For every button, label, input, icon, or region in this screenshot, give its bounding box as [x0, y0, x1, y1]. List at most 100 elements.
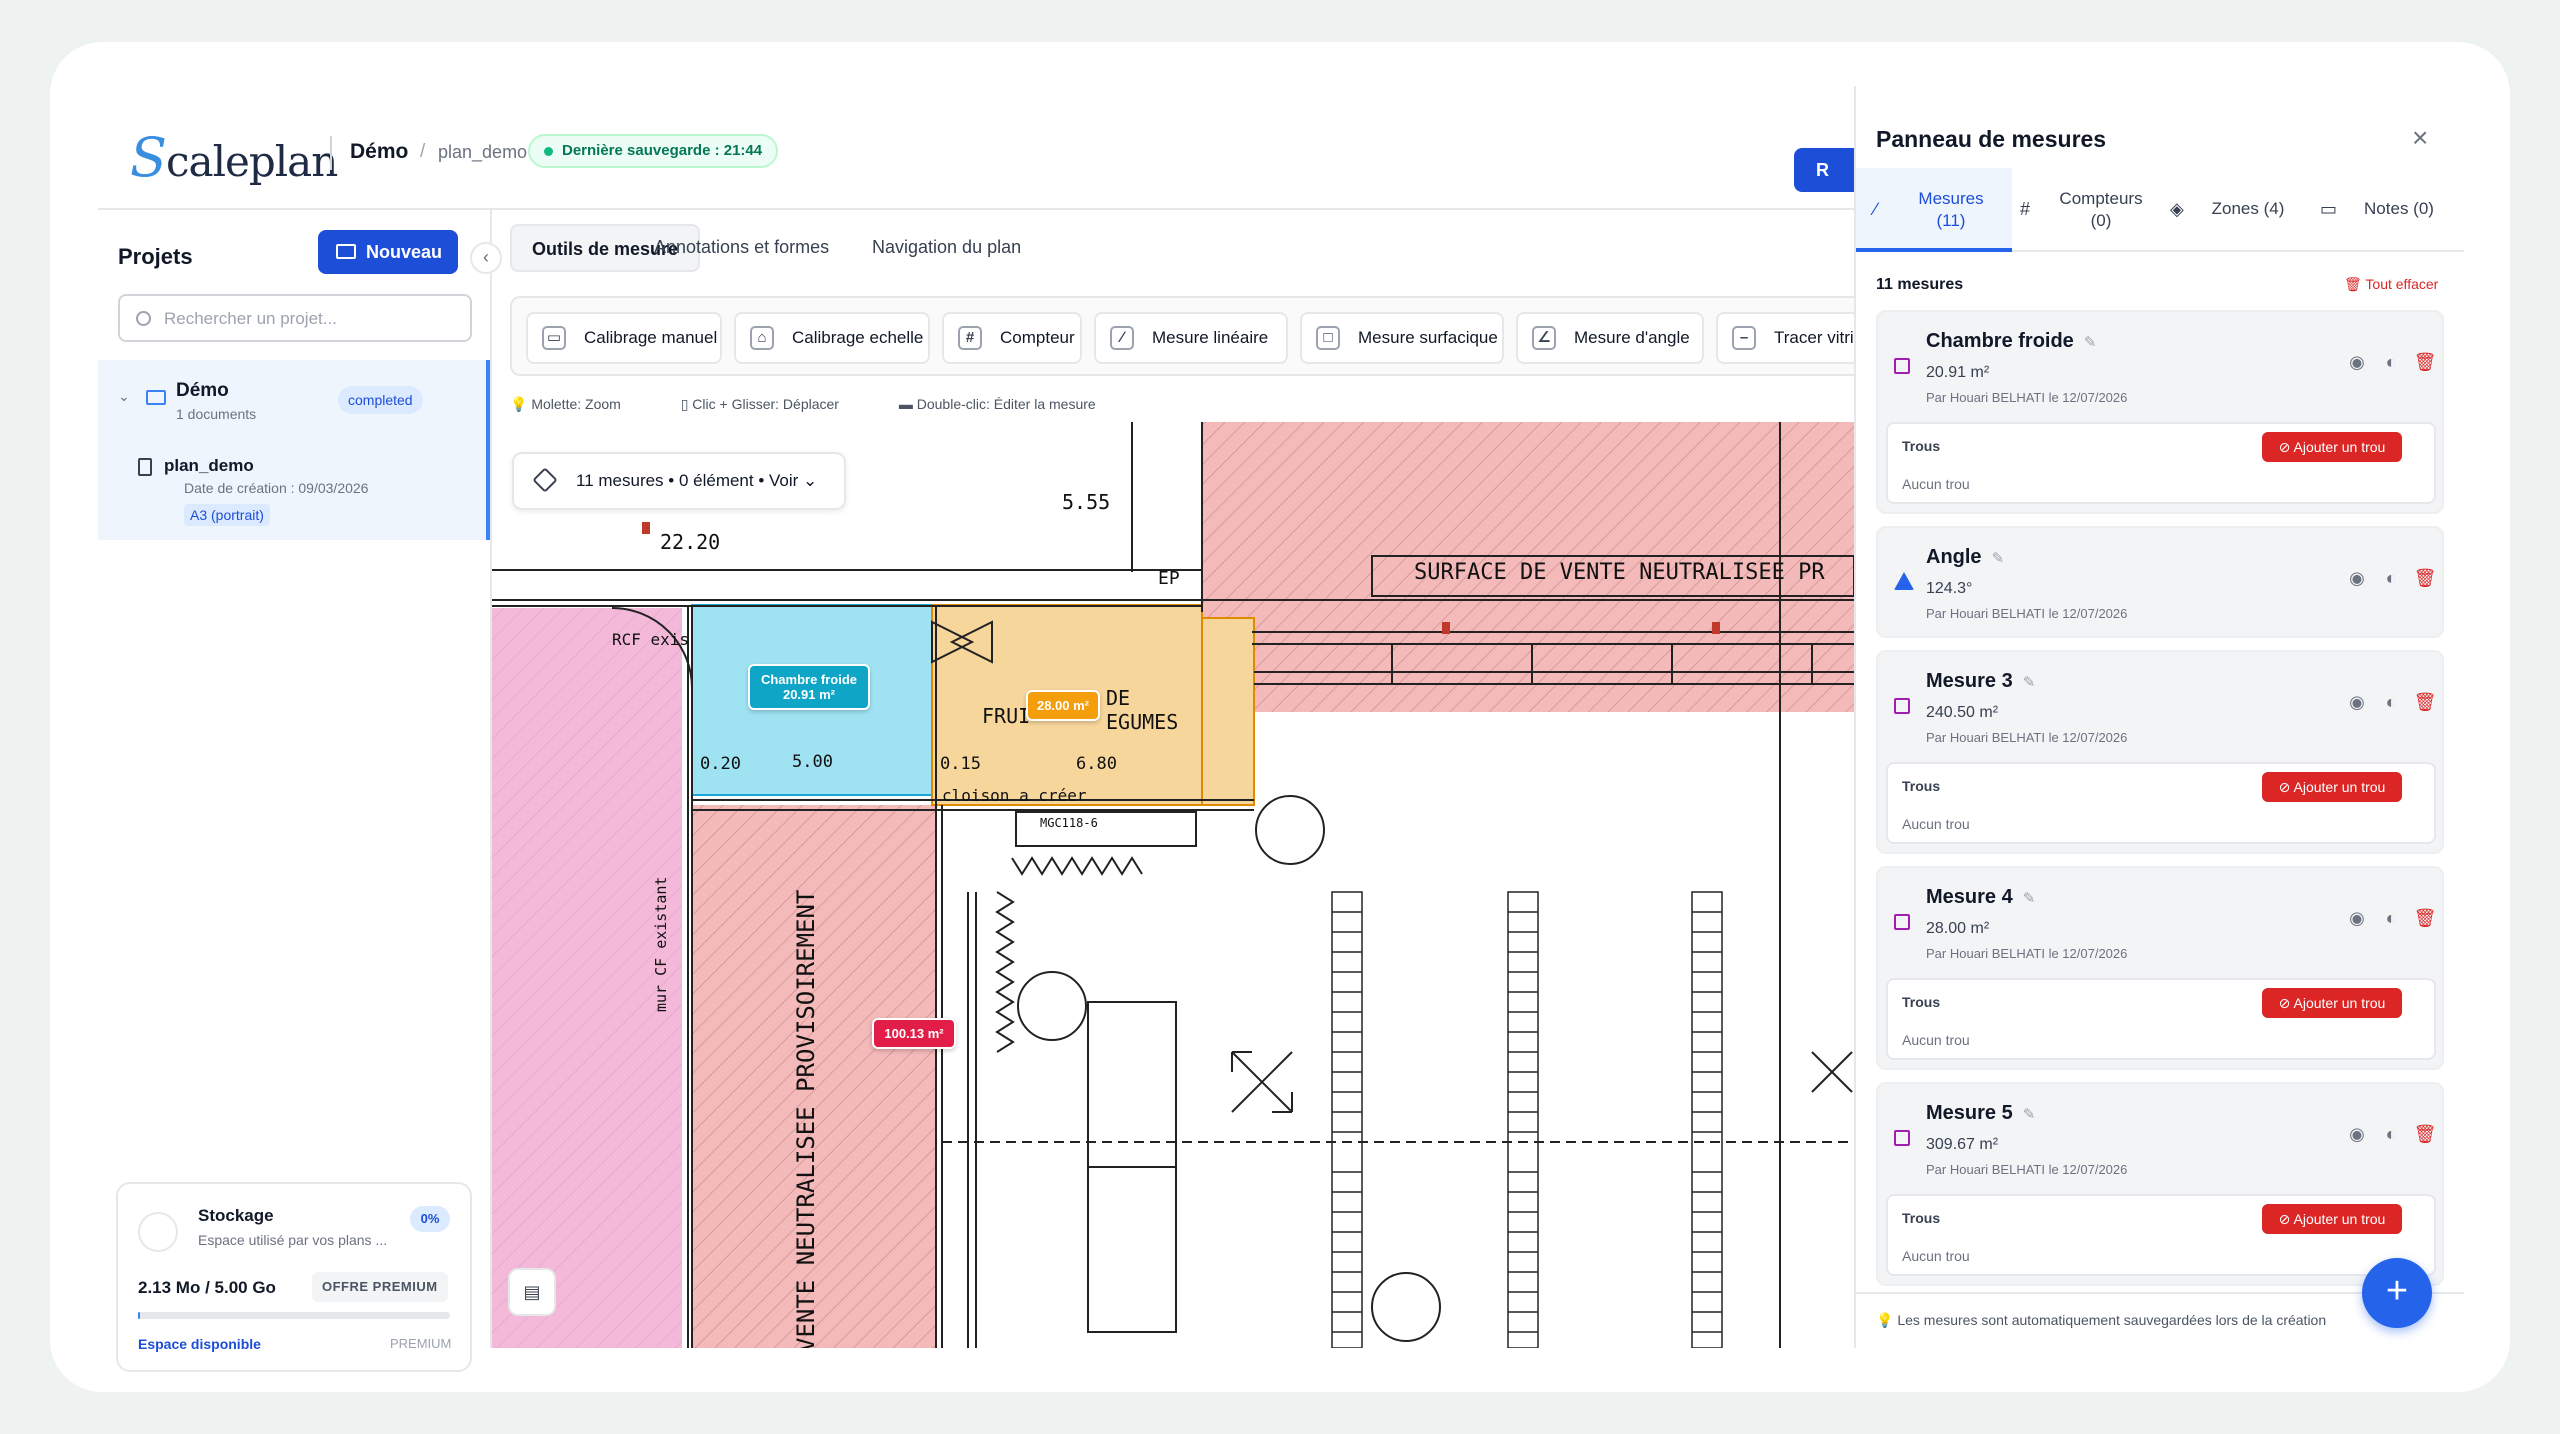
- plan-label: DE: [1106, 686, 1131, 710]
- measure-value: 240.50 m²: [1926, 704, 1999, 721]
- minimap-toggle-button[interactable]: ▤: [508, 1268, 556, 1316]
- tab-notes[interactable]: ▭ Notes (0): [2310, 168, 2464, 252]
- measure-label-fruits[interactable]: 28.00 m²: [1026, 690, 1100, 721]
- shortcut-hints: 💡 Molette: Zoom ▯ Clic + Glisser: Déplac…: [510, 396, 1152, 413]
- plan-canvas[interactable]: 5.55 22.20 EP SURFACE DE VENTE NEUTRALIS…: [492, 422, 1854, 1348]
- measure-label-red-zone[interactable]: 100.13 m²: [872, 1018, 956, 1049]
- hint-zoom: 💡 Molette: Zoom: [510, 396, 621, 412]
- trash-icon[interactable]: 🗑: [2408, 908, 2442, 929]
- holes-section: Trous ⊘ Ajouter un trou Aucun trou: [1886, 978, 2436, 1060]
- breadcrumb-plan[interactable]: plan_demo: [438, 142, 527, 163]
- measure-name[interactable]: Chambre froide ✎: [1926, 330, 2096, 353]
- storage-title: Stockage: [198, 1206, 274, 1225]
- clear-all-button[interactable]: 🗑 Tout effacer: [2344, 276, 2438, 293]
- folder-icon: [146, 390, 166, 405]
- palette-icon[interactable]: ◐: [2374, 692, 2408, 713]
- holes-section: Trous ⊘ Ajouter un trou Aucun trou: [1886, 1194, 2436, 1276]
- measure-value: 28.00 m²: [1926, 920, 1990, 937]
- tab-annotations[interactable]: Annotations et formes: [634, 224, 849, 272]
- note-icon: ▭: [2320, 199, 2338, 219]
- plan-zone-label: VENTE NEUTRALISEE PROVISOIREMENT: [792, 889, 820, 1348]
- measures-visibility-control[interactable]: 11 mesures • 0 élément • Voir ⌄: [512, 452, 846, 510]
- new-project-button[interactable]: Nouveau: [318, 230, 458, 274]
- palette-icon[interactable]: ◐: [2374, 908, 2408, 929]
- trash-icon[interactable]: 🗑: [2408, 568, 2442, 589]
- eye-icon[interactable]: ◉: [2340, 1124, 2374, 1145]
- autosave-hint: 💡 Les mesures sont automatiquement sauve…: [1876, 1312, 2327, 1328]
- measure-actions: ◉ ◐ 🗑: [2340, 352, 2442, 373]
- measures-panel: Panneau de mesures × ∕ Mesures (11) # Compt…: [1854, 86, 2464, 1348]
- eye-icon[interactable]: ◉: [2340, 692, 2374, 713]
- measure-label-chambre-froide[interactable]: Chambre froide 20.91 m²: [748, 664, 870, 710]
- tool-linear-measure[interactable]: ∕ Mesure linéaire: [1094, 312, 1288, 364]
- measure-card[interactable]: Chambre froide ✎ 20.91 m² Par Houari BELH…: [1876, 310, 2444, 514]
- eye-icon[interactable]: ◉: [2340, 908, 2374, 929]
- measure-author: Par Houari BELHATI le 12/07/2026: [1926, 606, 2128, 621]
- logo[interactable]: Scaleplan: [130, 126, 338, 189]
- pencil-icon[interactable]: ✎: [1992, 550, 2005, 567]
- tab-plan-navigation[interactable]: Navigation du plan: [852, 224, 1041, 272]
- tool-counter[interactable]: # Compteur: [942, 312, 1082, 364]
- measure-name[interactable]: Mesure 5 ✎: [1926, 1102, 2035, 1125]
- tab-counters[interactable]: # Compteurs (0): [2012, 168, 2160, 252]
- palette-icon[interactable]: ◐: [2374, 1124, 2408, 1145]
- storage-subtitle: Espace utilisé par vos plans ...: [198, 1232, 388, 1248]
- add-hole-button[interactable]: ⊘ Ajouter un trou: [2262, 1204, 2402, 1234]
- add-hole-button[interactable]: ⊘ Ajouter un trou: [2262, 772, 2402, 802]
- tool-scale-calibration[interactable]: ⌂ Calibrage echelle: [734, 312, 930, 364]
- close-icon[interactable]: ×: [2412, 122, 2428, 154]
- palette-icon[interactable]: ◐: [2374, 568, 2408, 589]
- pencil-icon[interactable]: ✎: [2084, 334, 2097, 351]
- measure-name[interactable]: Mesure 3 ✎: [1926, 670, 2035, 693]
- minus-icon: –: [1732, 326, 1756, 350]
- plan-label: MGC118-6: [1040, 816, 1098, 830]
- measure-card[interactable]: Mesure 3 ✎ 240.50 m² Par Houari BELHATI l…: [1876, 650, 2444, 854]
- measure-card[interactable]: Mesure 4 ✎ 28.00 m² Par Houari BELHATI le…: [1876, 866, 2444, 1070]
- tool-manual-calibration[interactable]: ▭ Calibrage manuel: [526, 312, 722, 364]
- measure-name[interactable]: Mesure 4 ✎: [1926, 886, 2035, 909]
- add-hole-button[interactable]: ⊘ Ajouter un trou: [2262, 432, 2402, 462]
- tab-zones[interactable]: ◈ Zones (4): [2160, 168, 2310, 252]
- hash-icon: #: [958, 326, 982, 350]
- square-icon: [1894, 1130, 1910, 1146]
- status-dot-icon: [544, 147, 553, 156]
- pencil-icon[interactable]: ✎: [2023, 1106, 2036, 1123]
- measure-name[interactable]: Angle ✎: [1926, 546, 2004, 569]
- project-item-demo[interactable]: ⌄ Démo 1 documents completed plan_demo D…: [98, 360, 490, 540]
- square-icon: □: [1316, 326, 1340, 350]
- tool-draw-showcase[interactable]: –Tracer vitrine: [1716, 312, 1854, 364]
- trash-icon[interactable]: 🗑: [2408, 1124, 2442, 1145]
- add-hole-button[interactable]: ⊘ Ajouter un trou: [2262, 988, 2402, 1018]
- no-hole-text: Aucun trou: [1902, 1032, 1970, 1048]
- measures-list: Chambre froide ✎ 20.91 m² Par Houari BELH…: [1876, 310, 2444, 1310]
- measure-card[interactable]: Angle ✎ 124.3° Par Houari BELHATI le 12/0…: [1876, 526, 2444, 638]
- add-measure-button[interactable]: +: [2362, 1258, 2432, 1328]
- ruler-icon: [532, 467, 558, 493]
- trash-icon[interactable]: 🗑: [2408, 692, 2442, 713]
- tool-angle-measure[interactable]: ∠ Mesure d'angle: [1516, 312, 1704, 364]
- available-space-link[interactable]: Espace disponible: [138, 1336, 261, 1352]
- trash-icon[interactable]: 🗑: [2408, 352, 2442, 373]
- eye-icon[interactable]: ◉: [2340, 352, 2374, 373]
- measure-card[interactable]: Mesure 5 ✎ 309.67 m² Par Houari BELHATI l…: [1876, 1082, 2444, 1286]
- tool-area-measure[interactable]: □ Mesure surfacique: [1300, 312, 1504, 364]
- breadcrumb-project[interactable]: Démo: [350, 140, 408, 164]
- measure-author: Par Houari BELHATI le 12/07/2026: [1926, 1162, 2128, 1177]
- palette-icon[interactable]: ◐: [2374, 352, 2408, 373]
- pencil-icon[interactable]: ✎: [2023, 674, 2036, 691]
- storage-progress-fill: [138, 1312, 140, 1319]
- plan-label: EP: [1158, 568, 1180, 589]
- eye-icon[interactable]: ◉: [2340, 568, 2374, 589]
- measure-author: Par Houari BELHATI le 12/07/2026: [1926, 946, 2128, 961]
- pencil-icon[interactable]: ✎: [2023, 890, 2036, 907]
- plan-dimension: 6.80: [1076, 754, 1117, 774]
- chevron-down-icon[interactable]: ⌄: [118, 388, 130, 405]
- plan-label: FRUI: [982, 704, 1031, 728]
- plan-dimension: 0.20: [700, 754, 741, 774]
- tab-measures[interactable]: ∕ Mesures (11): [1856, 168, 2012, 252]
- projects-sidebar: Projets Nouveau ‹ Rechercher un projet..…: [98, 210, 502, 1372]
- measure-actions: ◉ ◐ 🗑: [2340, 1124, 2442, 1145]
- project-search-input[interactable]: Rechercher un projet...: [118, 294, 472, 342]
- collapse-sidebar-button[interactable]: ‹: [470, 242, 502, 274]
- hash-icon: #: [2020, 199, 2031, 219]
